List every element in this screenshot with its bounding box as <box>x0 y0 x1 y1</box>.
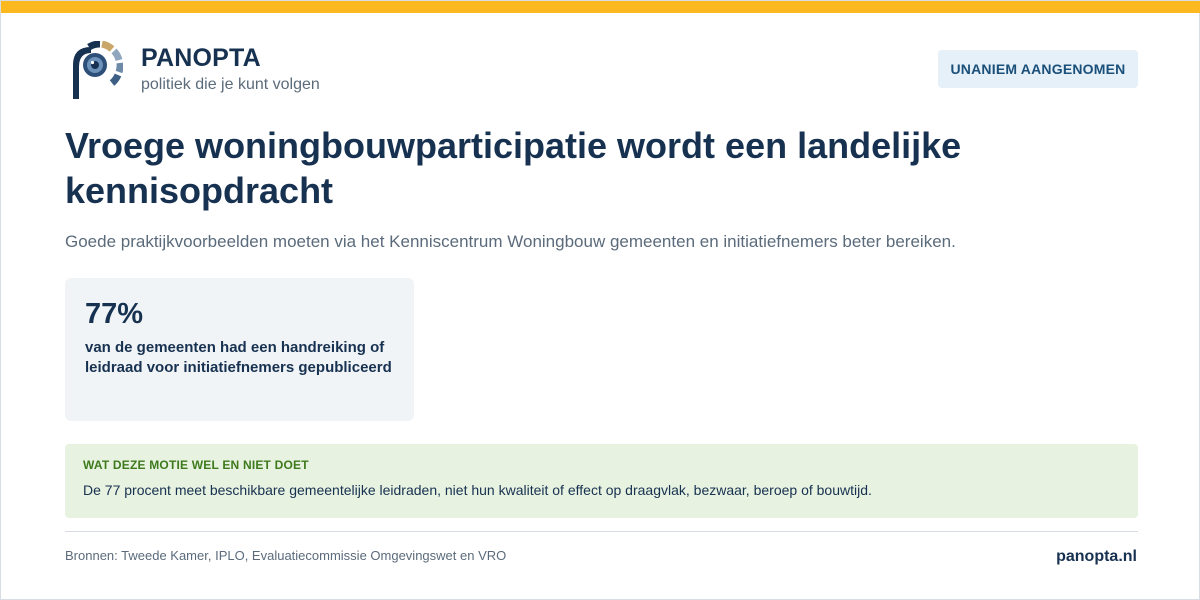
footer-divider <box>65 531 1138 532</box>
site-link[interactable]: panopta.nl <box>1056 548 1137 566</box>
note-text: De 77 procent meet beschikbare gemeentel… <box>83 482 872 498</box>
stat-value: 77% <box>85 298 144 330</box>
stat-label: van de gemeenten had een handreiking of … <box>85 339 392 376</box>
page-subtitle: Goede praktijkvoorbeelden moeten via het… <box>65 232 956 251</box>
note-heading: WAT DEZE MOTIE WEL EN NIET DOET <box>83 458 309 472</box>
brand-tagline: politiek die je kunt volgen <box>141 76 320 93</box>
brand-name: PANOPTA <box>141 44 261 72</box>
eye-p-logo-icon <box>67 40 124 101</box>
motion-note: WAT DEZE MOTIE WEL EN NIET DOET De 77 pr… <box>65 444 1138 518</box>
page-title: Vroege woningbouwparticipatie wordt een … <box>65 125 962 211</box>
accent-top-bar <box>1 1 1200 13</box>
share-card: PANOPTA politiek die je kunt volgen UNAN… <box>0 0 1200 600</box>
sources-text: Bronnen: Tweede Kamer, IPLO, Evaluatieco… <box>65 548 507 563</box>
stat-card: 77% van de gemeenten had een handreiking… <box>65 278 414 421</box>
status-badge: UNANIEM AANGENOMEN <box>938 50 1138 88</box>
